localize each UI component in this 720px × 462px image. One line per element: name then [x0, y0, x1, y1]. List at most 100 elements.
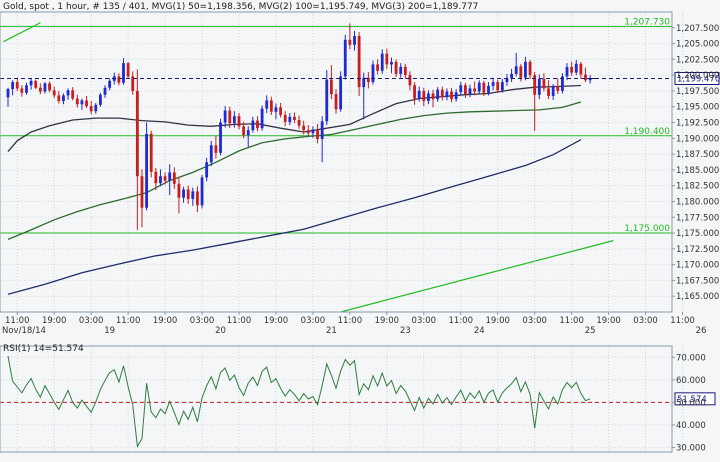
candle-body [200, 177, 204, 206]
candle-body [450, 91, 453, 100]
candle-body [25, 85, 28, 93]
candle-body [510, 73, 513, 79]
rsi-y-label: 40.000 [676, 421, 706, 431]
candle-body [454, 92, 458, 100]
candle-body [482, 82, 486, 93]
candle-body [440, 89, 444, 98]
candle-body [551, 86, 555, 96]
candle-body [463, 85, 467, 95]
candle-body [163, 176, 167, 181]
price-y-label: 1,167.500 [676, 276, 719, 286]
x-time-label: 03:00 [412, 316, 437, 326]
candle-body [556, 86, 560, 91]
x-date-label: 20 [215, 326, 226, 336]
candle-body [228, 110, 232, 124]
candle-body [339, 76, 343, 110]
level-label: 1,175.000 [624, 224, 670, 234]
candle-body [223, 110, 227, 123]
candle-body [570, 66, 574, 73]
x-date-label: 24 [474, 326, 485, 336]
x-time-label: 11:00 [116, 316, 141, 326]
x-time-label: 19:00 [153, 316, 178, 326]
candle-body [135, 90, 139, 177]
x-date-label: 23 [400, 326, 411, 336]
price-y-label: 1,195.000 [676, 103, 719, 113]
candle-body [117, 76, 121, 83]
candle-body [232, 116, 236, 124]
price-y-label: 1,205.000 [676, 40, 719, 50]
x-date-label: Nov/18/14 [2, 326, 46, 336]
candle-body [436, 89, 440, 100]
candle-body [71, 90, 75, 99]
x-time-label: 03:00 [301, 316, 326, 326]
candle-body [62, 95, 65, 102]
price-y-label: 1,200.000 [676, 71, 719, 81]
candle-body [274, 107, 278, 112]
candle-body [75, 98, 79, 105]
candle-body [145, 133, 148, 208]
candle-body [283, 114, 287, 122]
level-label: 1,190.400 [624, 127, 670, 137]
candle-body [89, 106, 93, 112]
candle-body [265, 100, 269, 109]
candle-body [403, 66, 407, 76]
candle-body [579, 63, 583, 75]
candle-body [214, 145, 218, 153]
chart-canvas: 1,207.7301,190.4001,175.000 1,199.470 51… [0, 0, 720, 457]
candle-body [85, 100, 88, 107]
candle-body [242, 126, 246, 136]
candle-body [408, 75, 412, 86]
candle-body [57, 95, 61, 102]
candle-body [48, 83, 51, 91]
x-time-label: 03:00 [522, 316, 547, 326]
candle-body [34, 80, 38, 88]
candle-body [237, 116, 241, 127]
candle-body [348, 39, 352, 45]
price-y-label: 1,180.000 [676, 197, 719, 207]
candle-body [66, 90, 70, 96]
candle-body [445, 91, 449, 98]
candle-body [191, 191, 195, 199]
rsi-y-label: 70.000 [676, 353, 706, 363]
price-y-label: 1,192.500 [676, 119, 719, 129]
x-time-label: 11:00 [449, 316, 474, 326]
x-date-label: 26 [696, 326, 707, 336]
candle-body [334, 94, 338, 110]
candle-body [417, 90, 421, 99]
candle-body [311, 129, 315, 134]
candle-body [371, 64, 375, 83]
candle-body [431, 93, 435, 100]
x-time-label: 11:00 [227, 316, 252, 326]
price-y-label: 1,182.500 [676, 182, 719, 192]
candle-body [524, 61, 527, 78]
candle-body [52, 90, 56, 96]
candle-body [38, 87, 42, 92]
candle-body [519, 66, 523, 78]
price-y-label: 1,175.000 [676, 229, 719, 239]
candle-body [251, 120, 255, 131]
candle-body [390, 61, 393, 65]
x-time-label: 19:00 [264, 316, 289, 326]
candle-body [537, 78, 541, 95]
candle-body [6, 89, 10, 98]
candle-body [491, 82, 495, 86]
candle-body [11, 82, 15, 90]
candle-body [260, 108, 264, 129]
candle-body [80, 100, 84, 105]
x-time-label: 03:00 [190, 316, 215, 326]
candle-body [20, 88, 24, 93]
candle-body [293, 116, 296, 120]
candle-body [154, 171, 158, 184]
price-y-label: 1,197.500 [676, 87, 719, 97]
candle-body [528, 61, 532, 76]
candle-body [288, 116, 292, 122]
candle-body [108, 80, 112, 88]
price-y-label: 1,202.500 [676, 55, 719, 65]
candle-body [343, 39, 347, 77]
candle-body [306, 130, 310, 134]
candle-body [422, 90, 426, 102]
rsi-title: RSI(1) 14=51.574 [3, 344, 84, 354]
candle-body [353, 36, 356, 45]
chart-window: 1,207.730 1,190.400 1,175.000 1,199.470 51… [0, 0, 720, 457]
rsi-y-label: 50.000 [676, 398, 706, 408]
